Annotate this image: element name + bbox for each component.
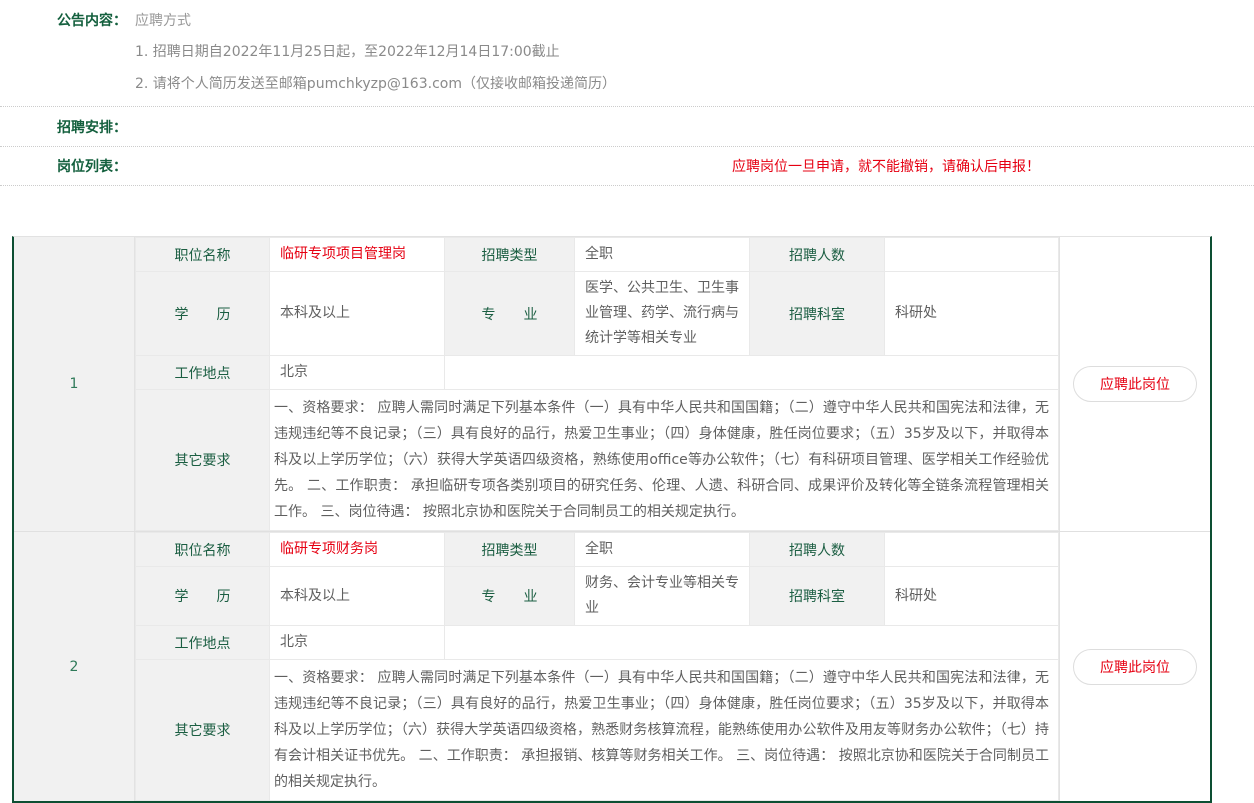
headcount-value bbox=[885, 238, 1059, 272]
apply-button-cell: 应聘此岗位 bbox=[1059, 237, 1210, 531]
other-requirements-value: 一、资格要求： 应聘人需同时满足下列基本条件（一）具有中华人民共和国国籍；（二）… bbox=[270, 390, 1059, 531]
position-name-value: 临研专项项目管理岗 bbox=[270, 238, 445, 272]
position-name-label: 职位名称 bbox=[136, 238, 270, 272]
job-detail-table: 职位名称 临研专项财务岗 招聘类型 全职 招聘人数 学 历 本科及以上 专 业 … bbox=[135, 532, 1059, 801]
major-label: 专 业 bbox=[445, 272, 575, 356]
other-requirements-label: 其它要求 bbox=[136, 390, 270, 531]
recruit-type-label: 招聘类型 bbox=[445, 238, 575, 272]
location-label: 工作地点 bbox=[136, 626, 270, 660]
job-index: 2 bbox=[14, 532, 135, 801]
location-spacer bbox=[445, 356, 1059, 390]
headcount-value bbox=[885, 533, 1059, 567]
headcount-label: 招聘人数 bbox=[750, 238, 885, 272]
announcement-value: 应聘方式 bbox=[135, 10, 191, 30]
location-label: 工作地点 bbox=[136, 356, 270, 390]
job-index: 1 bbox=[14, 237, 135, 531]
apply-button[interactable]: 应聘此岗位 bbox=[1073, 649, 1197, 685]
jobs-table: 1 职位名称 临研专项项目管理岗 招聘类型 全职 招聘人数 学 历 本科及以上 … bbox=[12, 236, 1212, 803]
department-label: 招聘科室 bbox=[750, 272, 885, 356]
announcement-label: 公告内容： bbox=[57, 10, 135, 30]
department-value: 科研处 bbox=[885, 272, 1059, 356]
positions-section: 岗位列表： 应聘岗位一旦申请，就不能撤销，请确认后申报！ bbox=[0, 147, 1254, 186]
major-value: 医学、公共卫生、卫生事业管理、药学、流行病与统计学等相关专业 bbox=[575, 272, 750, 356]
apply-button[interactable]: 应聘此岗位 bbox=[1073, 366, 1197, 402]
other-requirements-value: 一、资格要求： 应聘人需同时满足下列基本条件（一）具有中华人民共和国国籍；（二）… bbox=[270, 660, 1059, 801]
job-row-2: 2 职位名称 临研专项财务岗 招聘类型 全职 招聘人数 学 历 本科及以上 专 … bbox=[14, 531, 1210, 801]
position-name-label: 职位名称 bbox=[136, 533, 270, 567]
location-value: 北京 bbox=[270, 356, 445, 390]
announcement-section: 公告内容： 应聘方式 1. 招聘日期自2022年11月25日起，至2022年12… bbox=[0, 0, 1254, 107]
job-row-1: 1 职位名称 临研专项项目管理岗 招聘类型 全职 招聘人数 学 历 本科及以上 … bbox=[14, 237, 1210, 531]
education-value: 本科及以上 bbox=[270, 272, 445, 356]
apply-button-cell: 应聘此岗位 bbox=[1059, 532, 1210, 801]
announcement-line-1: 1. 招聘日期自2022年11月25日起，至2022年12月14日17:00截止 bbox=[0, 43, 1254, 62]
apply-warning-text: 应聘岗位一旦申请，就不能撤销，请确认后申报！ bbox=[732, 156, 1040, 176]
department-label: 招聘科室 bbox=[750, 567, 885, 626]
positions-label: 岗位列表： bbox=[57, 156, 135, 176]
location-spacer bbox=[445, 626, 1059, 660]
recruit-type-value: 全职 bbox=[575, 533, 750, 567]
position-name-value: 临研专项财务岗 bbox=[270, 533, 445, 567]
job-detail-table: 职位名称 临研专项项目管理岗 招聘类型 全职 招聘人数 学 历 本科及以上 专 … bbox=[135, 237, 1059, 531]
schedule-section: 招聘安排： bbox=[0, 107, 1254, 147]
education-value: 本科及以上 bbox=[270, 567, 445, 626]
major-label: 专 业 bbox=[445, 567, 575, 626]
other-requirements-label: 其它要求 bbox=[136, 660, 270, 801]
major-value: 财务、会计专业等相关专业 bbox=[575, 567, 750, 626]
education-label: 学 历 bbox=[136, 272, 270, 356]
announcement-line-2: 2. 请将个人简历发送至邮箱pumchkyzp@163.com（仅接收邮箱投递简… bbox=[0, 75, 1254, 94]
location-value: 北京 bbox=[270, 626, 445, 660]
recruit-type-value: 全职 bbox=[575, 238, 750, 272]
recruit-type-label: 招聘类型 bbox=[445, 533, 575, 567]
education-label: 学 历 bbox=[136, 567, 270, 626]
schedule-label: 招聘安排： bbox=[57, 117, 135, 137]
headcount-label: 招聘人数 bbox=[750, 533, 885, 567]
department-value: 科研处 bbox=[885, 567, 1059, 626]
